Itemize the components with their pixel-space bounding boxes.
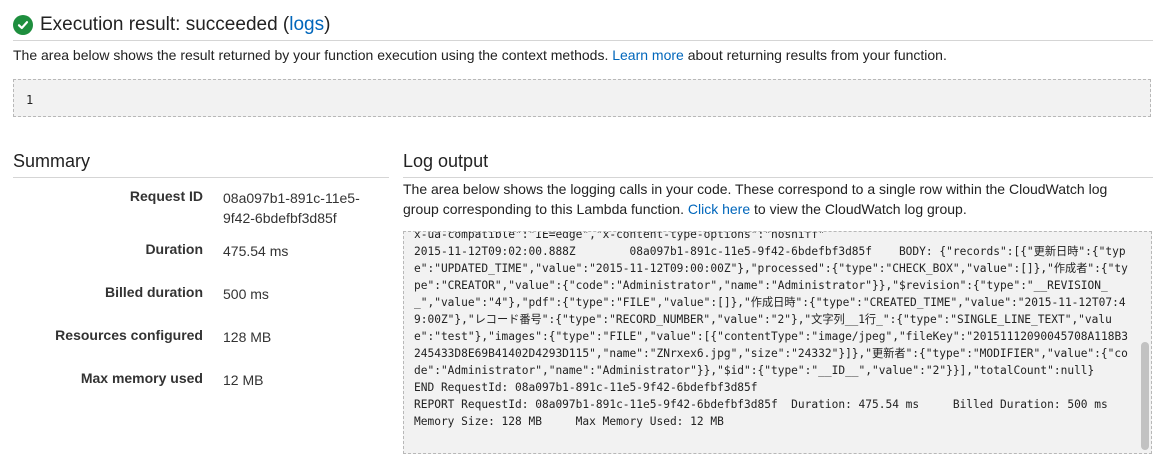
summary-value: 500 ms <box>223 286 269 302</box>
log-divider <box>403 177 1153 178</box>
summary-value: 12 MB <box>223 372 264 388</box>
summary-label: Request ID <box>129 188 203 204</box>
result-value: 1 <box>26 93 34 107</box>
summary-label: Billed duration <box>105 284 203 300</box>
summary-value: 475.54 ms <box>223 243 289 259</box>
summary-label: Duration <box>145 241 203 257</box>
summary-title: Summary <box>13 151 91 171</box>
log-output-box[interactable]: x-ua-compatible":"IE=edge","x-content-ty… <box>403 231 1152 454</box>
result-description: The area below shows the result returned… <box>13 47 947 63</box>
log-content: x-ua-compatible":"IE=edge","x-content-ty… <box>414 231 1128 428</box>
summary-value: 128 MB <box>223 329 272 345</box>
summary-label: Max memory used <box>80 370 203 386</box>
check-circle-icon <box>13 15 33 35</box>
logs-link[interactable]: logs <box>289 14 324 35</box>
summary-divider <box>13 177 389 178</box>
summary-label: Resources configured <box>55 327 203 343</box>
log-output-title: Log output <box>403 151 489 171</box>
header-divider <box>13 40 1153 41</box>
log-description: The area below shows the logging calls i… <box>403 181 1108 217</box>
summary-value: 08a097b1-891c-11e5-9f42-6bdefbf3d85f <box>223 190 360 226</box>
log-scrollbar-thumb[interactable] <box>1141 342 1149 450</box>
execution-result-header: Execution result: succeeded (logs) <box>13 14 330 36</box>
result-output-box[interactable]: 1 <box>13 79 1151 117</box>
execution-result-title: Execution result: succeeded (logs) <box>40 14 331 35</box>
learn-more-link[interactable]: Learn more <box>612 47 684 63</box>
click-here-link[interactable]: Click here <box>688 201 750 217</box>
